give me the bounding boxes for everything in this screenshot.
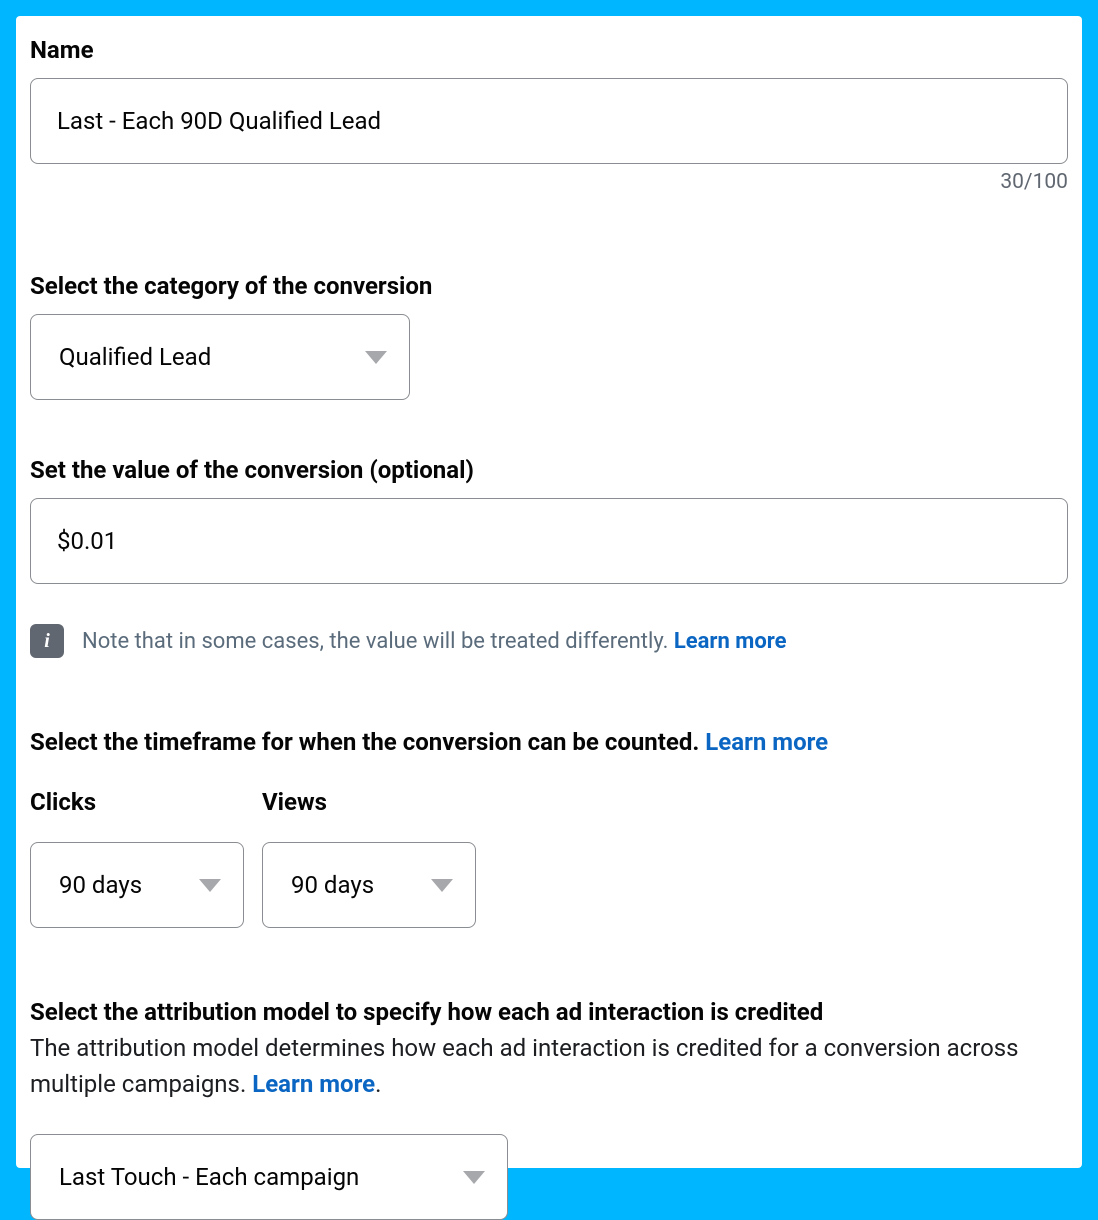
conversion-value-input[interactable]	[30, 498, 1068, 584]
attribution-heading: Select the attribution model to specify …	[30, 998, 1068, 1026]
clicks-duration-select[interactable]: 90 days	[30, 842, 244, 928]
chevron-down-icon	[365, 351, 387, 364]
timeframe-heading: Select the timeframe for when the conver…	[30, 728, 1068, 756]
views-label: Views	[262, 788, 476, 816]
clicks-label: Clicks	[30, 788, 244, 816]
attribution-body-text: The attribution model determines how eac…	[30, 1034, 1019, 1098]
value-note-text: Note that in some cases, the value will …	[82, 629, 674, 654]
name-char-counter: 30/100	[30, 170, 1068, 194]
views-duration-select[interactable]: 90 days	[262, 842, 476, 928]
clicks-duration-text: 90 days	[59, 871, 142, 899]
name-input[interactable]	[30, 78, 1068, 164]
info-icon: i	[30, 624, 64, 658]
category-selected-text: Qualified Lead	[59, 343, 211, 371]
value-label: Set the value of the conversion (optiona…	[30, 456, 1068, 484]
chevron-down-icon	[463, 1171, 485, 1184]
category-label: Select the category of the conversion	[30, 272, 1068, 300]
views-duration-text: 90 days	[291, 871, 374, 899]
timeframe-heading-text: Select the timeframe for when the conver…	[30, 728, 705, 756]
attribution-body-suffix: .	[375, 1070, 381, 1098]
value-note-row: i Note that in some cases, the value wil…	[30, 624, 1068, 658]
category-select[interactable]: Qualified Lead	[30, 314, 410, 400]
chevron-down-icon	[431, 879, 453, 892]
timeframe-learn-more-link[interactable]: Learn more	[705, 728, 828, 756]
chevron-down-icon	[199, 879, 221, 892]
attribution-learn-more-link[interactable]: Learn more	[252, 1070, 375, 1098]
name-label: Name	[30, 36, 1068, 64]
attribution-model-select[interactable]: Last Touch - Each campaign	[30, 1134, 508, 1220]
value-learn-more-link[interactable]: Learn more	[674, 629, 787, 654]
attribution-selected-text: Last Touch - Each campaign	[59, 1163, 359, 1191]
attribution-description: The attribution model determines how eac…	[30, 1030, 1068, 1102]
conversion-settings-panel: Name 30/100 Select the category of the c…	[16, 16, 1082, 1168]
